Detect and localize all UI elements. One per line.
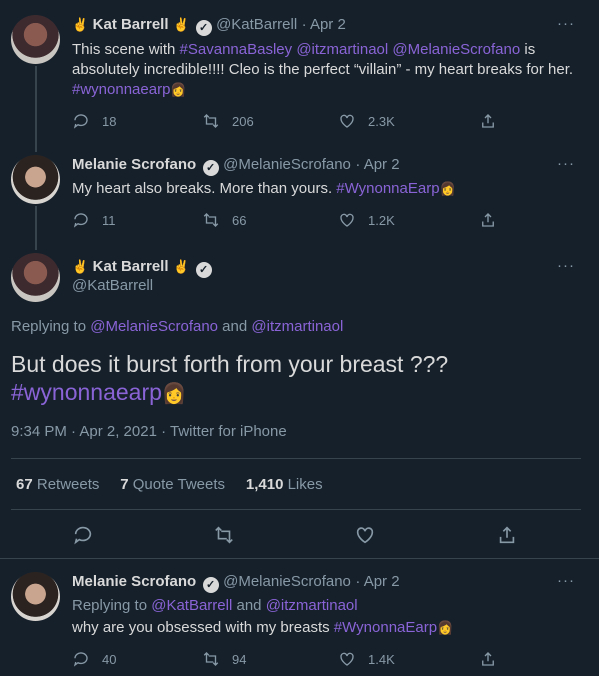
tweet-date[interactable]: · Apr 2 bbox=[355, 573, 399, 590]
tweet-header: Melanie Scrofano ✓ @MelanieScrofano · Ap… bbox=[72, 156, 400, 176]
main-tweet-text: But does it burst forth from your breast… bbox=[11, 350, 581, 408]
mention-link[interactable]: @itzmartinaol bbox=[251, 318, 343, 335]
user-name[interactable]: Melanie Scrofano bbox=[72, 156, 196, 173]
hashtag-link[interactable]: #wynonnaearp bbox=[72, 81, 170, 98]
mention-link[interactable]: @MelanieScrofano bbox=[90, 318, 218, 335]
mention-link[interactable]: @itzmartinaol bbox=[296, 41, 388, 58]
share-button[interactable] bbox=[479, 211, 509, 229]
reply-icon bbox=[73, 213, 88, 228]
heart-icon bbox=[340, 114, 354, 128]
share-icon bbox=[482, 652, 494, 666]
avatar[interactable] bbox=[11, 15, 60, 64]
tweet-header: ✌ Kat Barrell ✌ ✓ bbox=[72, 258, 212, 278]
verified-badge-icon: ✓ bbox=[195, 20, 212, 36]
share-icon bbox=[482, 114, 494, 128]
user-handle[interactable]: @KatBarrell bbox=[216, 16, 297, 33]
more-options-icon[interactable]: ··· bbox=[557, 155, 575, 172]
thread-line bbox=[35, 66, 37, 152]
share-button[interactable] bbox=[479, 650, 509, 668]
reply-button[interactable]: 40 bbox=[72, 650, 116, 668]
tweet-header: ✌ Kat Barrell ✌ ✓ @KatBarrell · Apr 2 bbox=[72, 16, 346, 36]
retweet-button[interactable] bbox=[213, 524, 247, 546]
thread-line bbox=[35, 206, 37, 250]
more-options-icon[interactable]: ··· bbox=[557, 572, 575, 589]
avatar[interactable] bbox=[11, 155, 60, 204]
tweet-text: My heart also breaks. More than yours. #… bbox=[72, 180, 456, 197]
hashtag-link[interactable]: #SavannaBasley bbox=[180, 41, 293, 58]
user-handle[interactable]: @KatBarrell bbox=[72, 277, 153, 294]
divider bbox=[11, 458, 581, 459]
like-button[interactable]: 1.4K bbox=[338, 650, 395, 668]
hashtag-link[interactable]: #wynonnaearp bbox=[11, 379, 162, 405]
avatar[interactable] bbox=[11, 572, 60, 621]
share-button[interactable] bbox=[496, 524, 530, 546]
mention-link[interactable]: @KatBarrell bbox=[151, 597, 232, 614]
more-options-icon[interactable]: ··· bbox=[557, 15, 575, 32]
retweet-icon bbox=[203, 213, 219, 227]
user-name[interactable]: Kat Barrell bbox=[93, 16, 169, 33]
like-button[interactable]: 2.3K bbox=[338, 112, 395, 130]
share-icon bbox=[482, 213, 494, 227]
verified-badge-icon: ✓ bbox=[202, 577, 219, 593]
reply-icon bbox=[74, 526, 92, 545]
retweet-button[interactable]: 206 bbox=[202, 112, 254, 130]
quote-tweets-stat[interactable]: 7 Quote Tweets bbox=[120, 476, 225, 493]
hashflag-icon: 👩 bbox=[170, 82, 187, 97]
share-button[interactable] bbox=[479, 112, 509, 130]
like-button[interactable] bbox=[354, 524, 388, 546]
retweet-icon bbox=[203, 114, 219, 128]
tweet-date[interactable]: · Apr 2 bbox=[355, 156, 399, 173]
engagement-stats: 67 Retweets 7 Quote Tweets 1,410 Likes bbox=[16, 476, 323, 493]
user-name[interactable]: Melanie Scrofano bbox=[72, 573, 196, 590]
mention-link[interactable]: @itzmartinaol bbox=[266, 597, 358, 614]
mention-link[interactable]: @MelanieScrofano bbox=[392, 41, 520, 58]
retweets-stat[interactable]: 67 Retweets bbox=[16, 476, 99, 493]
more-options-icon[interactable]: ··· bbox=[557, 257, 575, 274]
verified-badge-icon: ✓ bbox=[195, 262, 212, 278]
heart-icon bbox=[340, 213, 354, 227]
hashtag-link[interactable]: #WynonnaEarp bbox=[334, 619, 437, 636]
tweet-text: This scene with #SavannaBasley @itzmarti… bbox=[72, 41, 574, 98]
tweet-header: Melanie Scrofano ✓ @MelanieScrofano · Ap… bbox=[72, 573, 400, 593]
retweet-button[interactable]: 94 bbox=[202, 650, 246, 668]
replying-to: Replying to @KatBarrell and @itzmartinao… bbox=[72, 597, 358, 614]
avatar[interactable] bbox=[11, 253, 60, 302]
tweet-date[interactable]: · Apr 2 bbox=[302, 16, 346, 33]
hashflag-icon: 👩 bbox=[439, 181, 456, 196]
hashtag-link[interactable]: #WynonnaEarp bbox=[336, 180, 439, 197]
victory-hand-icon: ✌ bbox=[72, 259, 89, 274]
user-handle[interactable]: @MelanieScrofano bbox=[223, 573, 351, 590]
reply-icon bbox=[73, 114, 88, 129]
victory-hand-icon: ✌ bbox=[172, 259, 190, 274]
victory-hand-icon: ✌ bbox=[172, 17, 190, 32]
retweet-icon bbox=[215, 526, 233, 544]
hashflag-icon: 👩 bbox=[161, 383, 187, 405]
heart-icon bbox=[340, 652, 354, 666]
reply-button[interactable] bbox=[72, 524, 106, 546]
user-handle[interactable]: @MelanieScrofano bbox=[223, 156, 351, 173]
tweet-timestamp[interactable]: 9:34 PM · Apr 2, 2021 · Twitter for iPho… bbox=[11, 423, 287, 440]
hashflag-icon: 👩 bbox=[437, 620, 454, 635]
replying-to: Replying to @MelanieScrofano and @itzmar… bbox=[11, 318, 344, 335]
divider bbox=[0, 558, 599, 559]
likes-stat[interactable]: 1,410 Likes bbox=[246, 476, 323, 493]
tweet-text: why are you obsessed with my breasts #Wy… bbox=[72, 619, 454, 636]
verified-badge-icon: ✓ bbox=[202, 160, 219, 176]
heart-icon bbox=[356, 527, 374, 544]
reply-icon bbox=[73, 652, 88, 667]
reply-button[interactable]: 18 bbox=[72, 112, 116, 130]
retweet-button[interactable]: 66 bbox=[202, 211, 246, 229]
victory-hand-icon: ✌ bbox=[72, 17, 89, 32]
share-icon bbox=[499, 526, 515, 544]
reply-button[interactable]: 11 bbox=[72, 211, 116, 229]
like-button[interactable]: 1.2K bbox=[338, 211, 395, 229]
user-name[interactable]: Kat Barrell bbox=[93, 258, 169, 275]
divider bbox=[11, 509, 581, 510]
retweet-icon bbox=[203, 652, 219, 666]
